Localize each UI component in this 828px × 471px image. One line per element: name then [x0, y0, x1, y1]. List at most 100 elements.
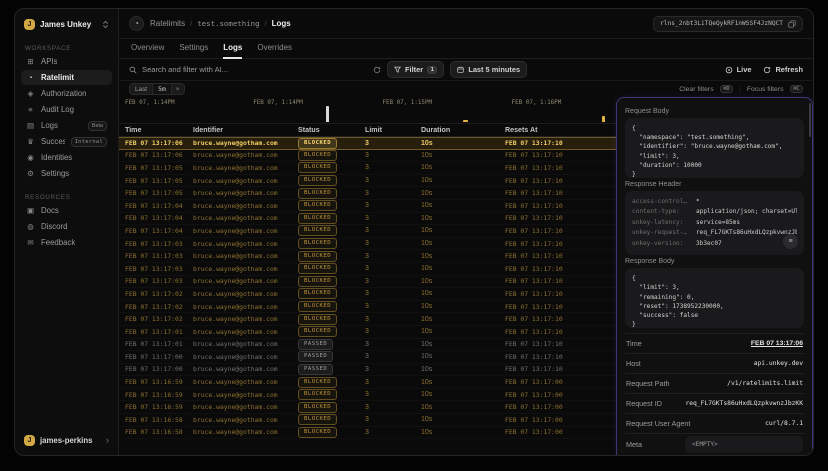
table-row[interactable]: FEB 07 13:17:05bruce.wayne@gotham.comBLO… — [119, 187, 616, 200]
table-row[interactable]: FEB 07 13:17:06bruce.wayne@gotham.comBLO… — [119, 150, 616, 163]
sidebar-item-ratelimit[interactable]: ◔Ratelimit — [21, 70, 112, 85]
cell-time: FEB 07 13:16:59 — [125, 403, 193, 411]
table-row[interactable]: FEB 07 13:17:06bruce.wayne@gotham.comBLO… — [119, 137, 616, 150]
table-row[interactable]: FEB 07 13:16:59bruce.wayne@gotham.comBLO… — [119, 376, 616, 389]
sidebar-item-label: Docs — [41, 206, 59, 215]
detail-value: api.unkey.dev — [754, 360, 803, 367]
drawer-scrollbar[interactable] — [809, 103, 811, 137]
header-key: unkey-latency: — [632, 218, 690, 229]
table-row[interactable]: FEB 07 13:16:59bruce.wayne@gotham.comBLO… — [119, 401, 616, 414]
table-row[interactable]: FEB 07 13:17:04bruce.wayne@gotham.comBLO… — [119, 225, 616, 238]
sidebar-item-authorization[interactable]: ◈Authorization — [21, 86, 112, 101]
cell-resets-at: FEB 07 13:17:10 — [505, 277, 616, 285]
status-badge: BLOCKED — [298, 188, 337, 199]
table-row[interactable]: FEB 07 13:17:03bruce.wayne@gotham.comBLO… — [119, 250, 616, 263]
focus-filters-label[interactable]: Focus filters — [747, 86, 784, 93]
close-icon[interactable]: × — [172, 84, 184, 94]
cell-resets-at: FEB 07 13:17:00 — [505, 403, 616, 411]
table-row[interactable]: FEB 07 13:17:00bruce.wayne@gotham.comPAS… — [119, 364, 616, 377]
table-row[interactable]: FEB 07 13:17:04bruce.wayne@gotham.comBLO… — [119, 213, 616, 226]
detail-label: Meta — [626, 440, 642, 449]
cell-limit: 3 — [365, 379, 421, 386]
detail-value[interactable]: FEB 07 13:17:06 — [751, 340, 803, 347]
cell-duration: 10s — [421, 240, 505, 247]
cell-status: BLOCKED — [298, 175, 365, 186]
detail-row-request-id: Request IDreq_FL7GKTs86uHxdLQzpkvwnzJbzK… — [625, 393, 804, 413]
ai-sparkle-icon[interactable] — [373, 66, 381, 74]
timeline-bar-blocked-requests[interactable] — [602, 116, 605, 122]
sidebar: J James Unkey WORKSPACE⊞APIs◔Ratelimit◈A… — [15, 9, 119, 455]
cell-resets-at: FEB 07 13:17:10 — [505, 139, 616, 147]
table-row[interactable]: FEB 07 13:16:59bruce.wayne@gotham.comBLO… — [119, 389, 616, 402]
detail-label: Request User Agent — [626, 419, 690, 428]
status-badge: BLOCKED — [298, 162, 337, 173]
sidebar-item-logs[interactable]: ▤LogsBeta — [21, 118, 112, 133]
settings-icon: ⚙ — [26, 170, 35, 178]
tab-logs[interactable]: Logs — [223, 43, 242, 59]
breadcrumb-item[interactable]: Ratelimits — [150, 19, 185, 28]
table-row[interactable]: FEB 07 13:17:04bruce.wayne@gotham.comBLO… — [119, 200, 616, 213]
namespace-id-chip[interactable]: rlns_2nbt3LiTQeQykRF1nWSSF4JzNQCT — [653, 16, 803, 32]
cell-duration: 10s — [421, 429, 505, 436]
cell-identifier: bruce.wayne@gotham.com — [193, 416, 298, 424]
filter-chip-last-5m[interactable]: Last 5m × — [129, 83, 185, 95]
cell-status: BLOCKED — [298, 238, 365, 249]
cell-resets-at: FEB 07 13:17:10 — [505, 240, 616, 248]
timeline-bar-blocked-requests[interactable] — [463, 120, 468, 122]
sidebar-item-apis[interactable]: ⊞APIs — [21, 54, 112, 69]
table-row[interactable]: FEB 07 13:17:02bruce.wayne@gotham.comBLO… — [119, 288, 616, 301]
sidebar-item-label: Feedback — [41, 238, 75, 247]
cell-status: BLOCKED — [298, 389, 365, 400]
table-row[interactable]: FEB 07 13:17:05bruce.wayne@gotham.comBLO… — [119, 175, 616, 188]
timeline-chart[interactable]: FEB 07, 1:14PMFEB 07, 1:14PMFEB 07, 1:15… — [119, 97, 616, 124]
tab-settings[interactable]: Settings — [179, 43, 208, 59]
refresh-button[interactable]: Refresh — [763, 65, 803, 74]
live-button[interactable]: Live — [725, 65, 752, 74]
cell-duration: 10s — [421, 391, 505, 398]
table-row[interactable]: FEB 07 13:17:00bruce.wayne@gotham.comPAS… — [119, 351, 616, 364]
sidebar-item-settings[interactable]: ⚙ Settings — [21, 166, 112, 181]
cell-time: FEB 07 13:17:05 — [125, 189, 193, 197]
tab-overview[interactable]: Overview — [131, 43, 164, 59]
breadcrumb-item[interactable]: test.something — [197, 19, 259, 28]
table-row[interactable]: FEB 07 13:17:01bruce.wayne@gotham.comPAS… — [119, 339, 616, 352]
timeline-tick-label: FEB 07, 1:16PM — [512, 100, 562, 106]
cell-status: BLOCKED — [298, 188, 365, 199]
response-header-row: unkey-version:3b3ec07 — [632, 239, 797, 250]
search-input[interactable]: Search and filter with AI... — [129, 65, 381, 74]
sidebar-item-feedback[interactable]: ✉Feedback — [21, 235, 112, 250]
table-row[interactable]: FEB 07 13:17:03bruce.wayne@gotham.comBLO… — [119, 276, 616, 289]
cell-limit: 3 — [365, 278, 421, 285]
cell-time: FEB 07 13:17:02 — [125, 303, 193, 311]
sidebar-item-audit-log[interactable]: ≡Audit Log — [21, 102, 112, 117]
cell-time: FEB 07 13:17:02 — [125, 315, 193, 323]
table-row[interactable]: FEB 07 13:17:03bruce.wayne@gotham.comBLO… — [119, 238, 616, 251]
table-row[interactable]: FEB 07 13:16:58bruce.wayne@gotham.comBLO… — [119, 414, 616, 427]
time-range-button[interactable]: Last 5 minutes — [450, 61, 527, 78]
sidebar-item-discord[interactable]: ◍Discord — [21, 219, 112, 234]
table-row[interactable]: FEB 07 13:17:02bruce.wayne@gotham.comBLO… — [119, 301, 616, 314]
cell-duration: 10s — [421, 278, 505, 285]
header-value: service=85ms — [696, 218, 740, 229]
status-badge: BLOCKED — [298, 138, 337, 149]
timeline-bar-selected-time-marker[interactable] — [326, 106, 329, 122]
clear-filters-label[interactable]: Clear filters — [679, 86, 713, 93]
table-row[interactable]: FEB 07 13:17:01bruce.wayne@gotham.comBLO… — [119, 326, 616, 339]
sidebar-item-identities[interactable]: ◉Identities — [21, 150, 112, 165]
filter-button[interactable]: Filter 1 — [387, 61, 444, 78]
table-row[interactable]: FEB 07 13:16:58bruce.wayne@gotham.comBLO… — [119, 427, 616, 440]
workspace-switcher[interactable]: J James Unkey — [21, 17, 112, 32]
table-row[interactable]: FEB 07 13:17:02bruce.wayne@gotham.comBLO… — [119, 313, 616, 326]
sidebar-item-label: Settings — [41, 169, 69, 178]
copy-icon[interactable] — [788, 20, 796, 28]
sidebar-item-success[interactable]: ♛SuccessInternal — [21, 134, 112, 149]
sidebar-item-docs[interactable]: ▣Docs — [21, 203, 112, 218]
user-menu[interactable]: J james-perkins › — [21, 432, 112, 449]
cell-identifier: bruce.wayne@gotham.com — [193, 391, 298, 399]
live-label: Live — [737, 65, 752, 74]
content-area: FEB 07, 1:14PMFEB 07, 1:14PMFEB 07, 1:15… — [119, 97, 813, 455]
breadcrumb-item[interactable]: Logs — [272, 19, 291, 28]
tab-overrides[interactable]: Overrides — [257, 43, 292, 59]
table-row[interactable]: FEB 07 13:17:03bruce.wayne@gotham.comBLO… — [119, 263, 616, 276]
table-row[interactable]: FEB 07 13:17:05bruce.wayne@gotham.comBLO… — [119, 162, 616, 175]
